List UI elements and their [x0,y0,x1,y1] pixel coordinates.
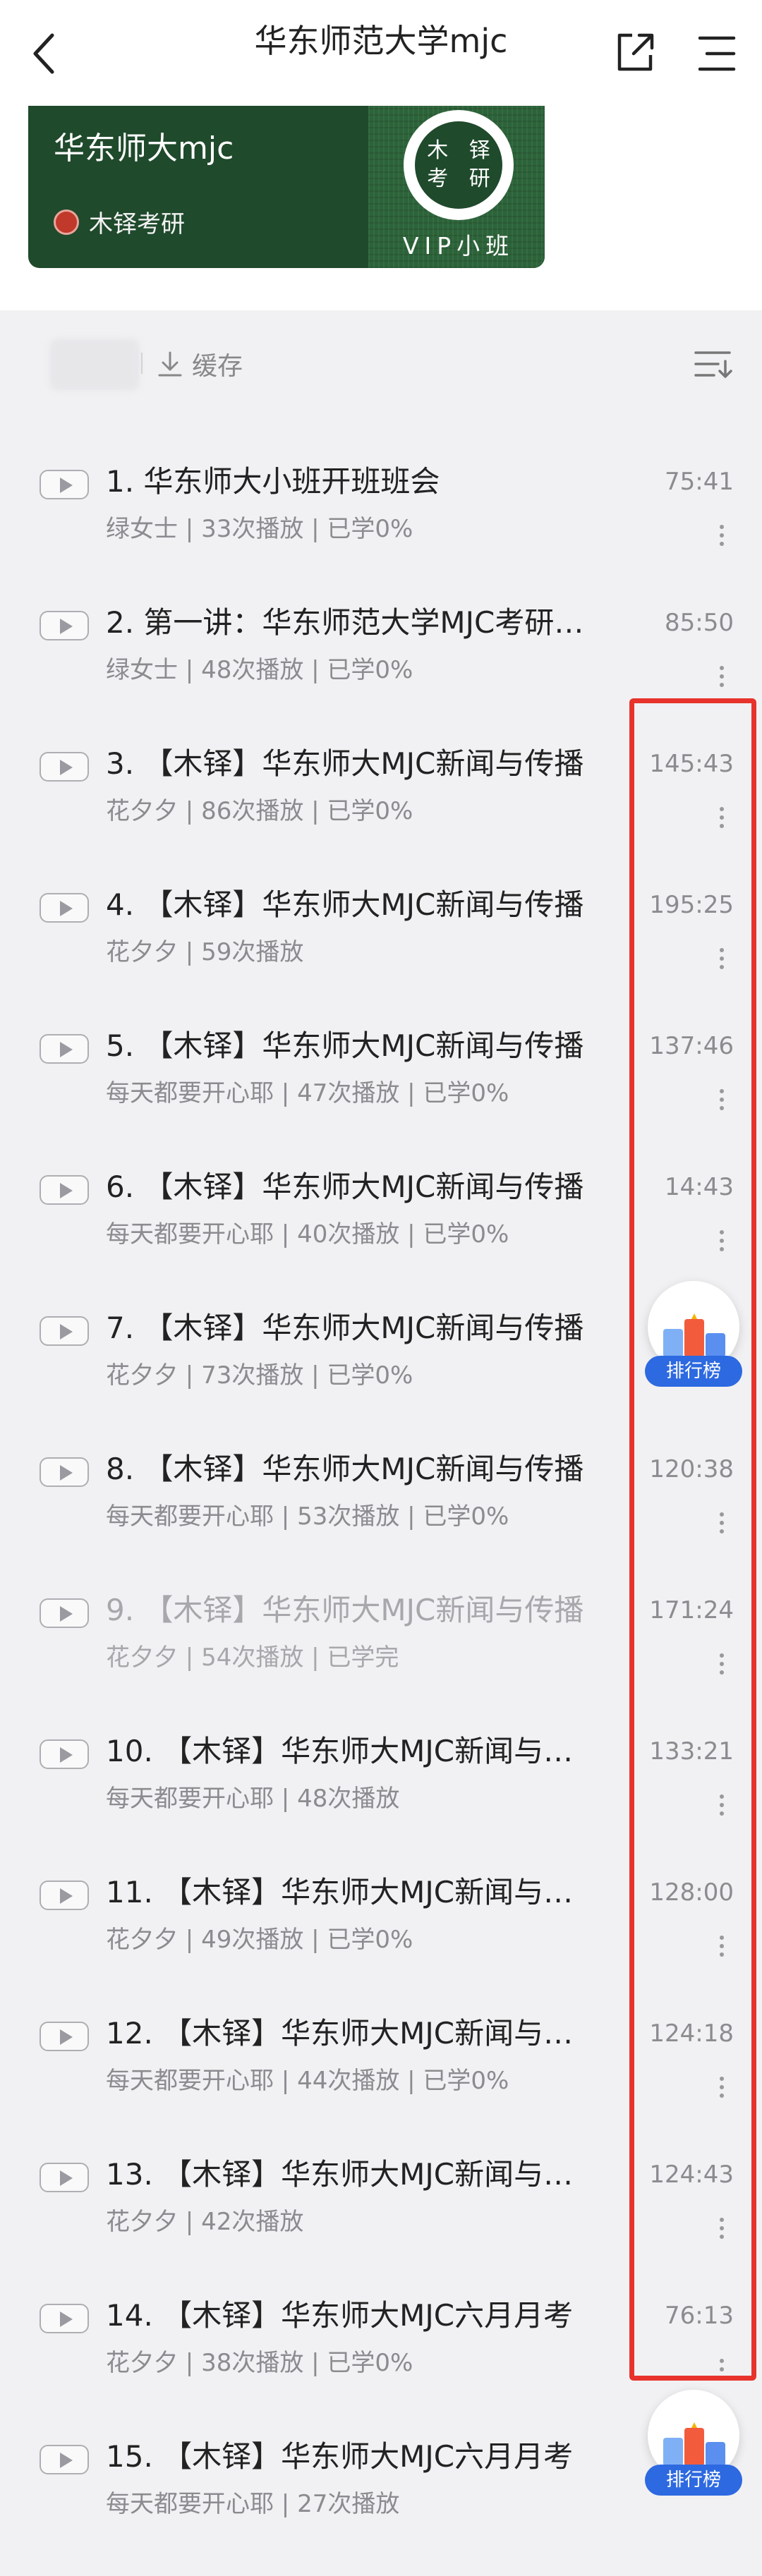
play-icon [40,2304,89,2333]
rank-badge-lower[interactable]: 排行榜 [642,2383,745,2498]
episode-title: 4. 【木铎】华东师大MJC新闻与传播 [106,887,584,922]
course-banner[interactable]: 华东师大mjc 木铎考研 木 铎 考 研 VIP小班 [28,106,545,268]
brand-name: 木铎考研 [89,210,185,238]
play-icon [40,611,89,640]
share-icon[interactable] [612,30,658,75]
play-icon [40,752,89,782]
menu-icon[interactable] [697,34,737,73]
more-options-icon[interactable] [718,521,725,554]
episode-title: 10. 【木铎】华东师大MJC新闻与传播 [106,1734,600,1768]
cache-button[interactable]: 缓存 [192,346,243,382]
episode-title: 11. 【木铎】华东师大MJC新闻与传播 [106,1875,600,1909]
episode-meta: 绿女士 | 33次播放 | 已学0% [106,515,413,543]
episode-meta: 花夕夕 | 73次播放 | 已学0% [106,1361,413,1390]
episode-meta: 花夕夕 | 42次播放 [106,2208,304,2236]
list-toolbar: 缓存 [0,332,762,395]
episode-item[interactable]: 1. 华东师大小班开班班会绿女士 | 33次播放 | 已学0% 75:41 [0,460,762,601]
episode-title: 1. 华东师大小班开班班会 [106,464,440,499]
episode-title: 15. 【木铎】华东师大MJC六月月考 [106,2439,574,2474]
episode-meta: 每天都要开心耶 | 47次播放 | 已学0% [106,1079,509,1107]
play-icon [40,1175,89,1205]
rank-badge[interactable]: 排行榜 [642,1274,745,1390]
play-icon [40,893,89,923]
play-icon [40,1457,89,1487]
brand-seal: 木 铎 考 研 [404,110,514,220]
episode-title: 2. 第一讲：华东师范大学MJC考研全面解析 [106,605,600,640]
episode-title: 5. 【木铎】华东师大MJC新闻与传播 [106,1028,584,1063]
episode-title: 7. 【木铎】华东师大MJC新闻与传播 [106,1311,584,1345]
episode-title: 3. 【木铎】华东师大MJC新闻与传播 [106,746,584,781]
rank-badge-label: 排行榜 [645,2465,742,2496]
episode-title: 8. 【木铎】华东师大MJC新闻与传播 [106,1452,584,1486]
top-bar: 华东师范大学mjc 华东师大mjc 木铎考研 木 铎 考 研 VIP小班 [0,0,762,310]
podium-icon [663,2422,725,2466]
episode-duration: 75:41 [665,468,734,496]
episode-title: 13. 【木铎】华东师大MJC新闻与传播 [106,2157,600,2192]
episode-meta: 花夕夕 | 38次播放 | 已学0% [106,2349,413,2377]
podium-icon [663,1313,725,1357]
episode-meta: 绿女士 | 48次播放 | 已学0% [106,656,413,684]
episode-meta: 每天都要开心耶 | 48次播放 [106,1785,400,1813]
brand-logo-icon [54,209,79,235]
play-icon [40,2445,89,2474]
play-icon [40,2022,89,2051]
episode-meta: 花夕夕 | 59次播放 [106,938,304,966]
brand-row: 木铎考研 [54,205,185,239]
highlight-annotation [629,698,756,2381]
play-icon [40,470,89,499]
episode-meta: 每天都要开心耶 | 27次播放 [106,2490,400,2518]
episode-meta: 花夕夕 | 49次播放 | 已学0% [106,1926,413,1954]
play-icon [40,1881,89,1910]
vip-label: VIP小班 [402,232,515,260]
sort-icon[interactable] [693,347,732,381]
episode-meta: 每天都要开心耶 | 40次播放 | 已学0% [106,1220,509,1248]
download-icon[interactable] [157,350,183,378]
play-icon [40,1034,89,1064]
episode-title: 12. 【木铎】华东师大MJC新闻与传播 [106,2016,600,2051]
episode-meta: 花夕夕 | 86次播放 | 已学0% [106,797,413,825]
episode-title: 9. 【木铎】华东师大MJC新闻与传播 [106,1593,584,1627]
play-icon [40,2163,89,2192]
play-icon [40,1598,89,1628]
episode-meta: 每天都要开心耶 | 44次播放 | 已学0% [106,2067,509,2095]
more-options-icon[interactable] [718,662,725,695]
episode-meta: 花夕夕 | 54次播放 | 已学完 [106,1644,399,1672]
toolbar-divider [141,353,143,374]
seal-text: 木 铎 考 研 [415,121,502,209]
blurred-count [49,339,140,391]
play-icon [40,1739,89,1769]
course-title: 华东师大mjc [54,130,234,166]
play-icon [40,1316,89,1346]
episode-title: 14. 【木铎】华东师大MJC六月月考 [106,2298,574,2333]
episode-title: 6. 【木铎】华东师大MJC新闻与传播 [106,1169,584,1204]
episode-meta: 每天都要开心耶 | 53次播放 | 已学0% [106,1502,509,1531]
rank-badge-label: 排行榜 [645,1356,742,1387]
episode-duration: 85:50 [665,609,734,637]
